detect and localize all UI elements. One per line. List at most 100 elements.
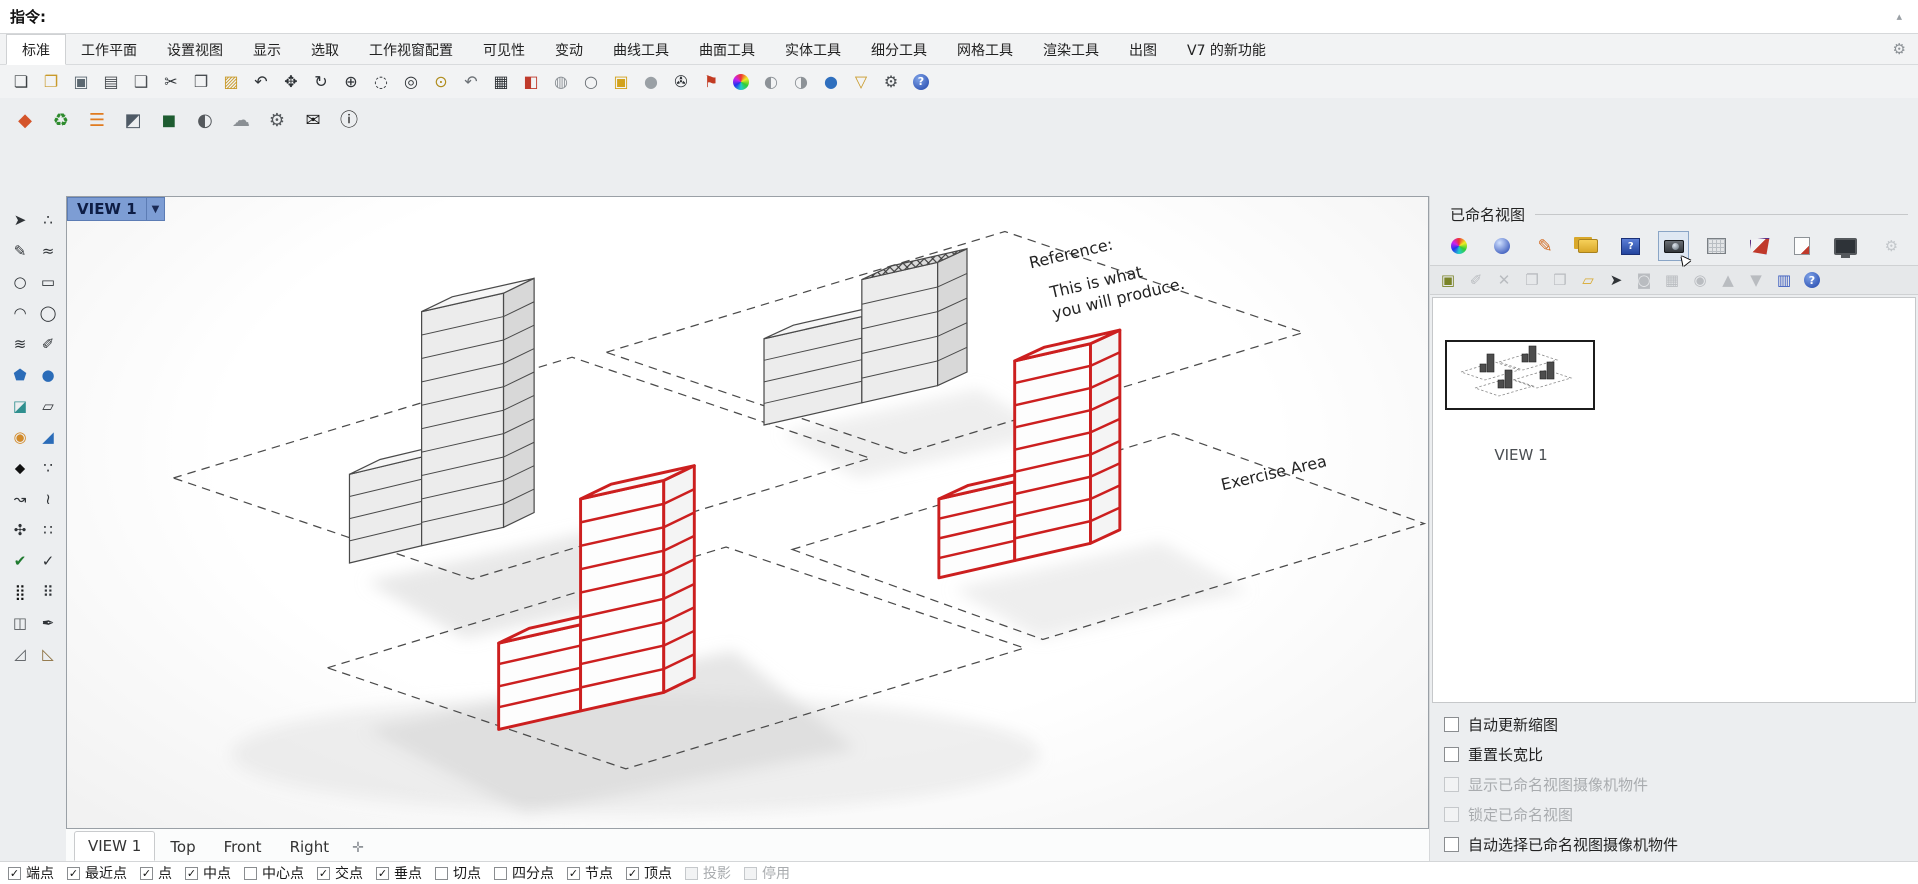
freeform-curve-icon[interactable]: ≈: [34, 235, 62, 266]
save-view-icon[interactable]: ▣: [1438, 270, 1458, 290]
display-properties-tab-icon[interactable]: ▲: [1615, 231, 1646, 261]
circle-tool-icon[interactable]: ○: [6, 266, 34, 297]
mail-icon[interactable]: ✉: [302, 110, 324, 132]
slope-tool-icon[interactable]: ◺: [34, 638, 62, 669]
filter-icon[interactable]: ▽: [850, 71, 872, 93]
menu-tab[interactable]: V7 的新功能: [1172, 34, 1281, 64]
offset-tool-icon[interactable]: ≋: [6, 328, 34, 359]
viewport-tab[interactable]: Front: [211, 833, 275, 861]
curve-arrow-icon[interactable]: ↝: [6, 483, 34, 514]
checkbox-box[interactable]: [244, 866, 257, 880]
menu-tab[interactable]: 显示: [238, 34, 296, 64]
chamfer-tool-icon[interactable]: ◿: [6, 638, 34, 669]
menu-tab[interactable]: 出图: [1114, 34, 1172, 64]
checkbox-box[interactable]: [140, 866, 153, 880]
gray-building-hatched[interactable]: [763, 247, 968, 426]
render-preview-alt-icon[interactable]: ◑: [790, 71, 812, 93]
checkbox-box[interactable]: [744, 866, 757, 880]
panel-option-checkbox[interactable]: 重置长宽比: [1444, 739, 1918, 769]
material-checker-icon[interactable]: ◐: [194, 110, 216, 132]
osnap-checkbox[interactable]: 节点: [567, 863, 613, 883]
checkbox-box[interactable]: [685, 866, 698, 880]
new-file-icon[interactable]: ❏: [10, 71, 32, 93]
select-arrow-icon[interactable]: ➤: [6, 204, 34, 235]
viewport-canvas[interactable]: Reference: This is what you will produce…: [67, 197, 1428, 828]
named-views-camera-tab-icon[interactable]: ▲: [1658, 231, 1692, 267]
pan-hand-icon[interactable]: ✥: [280, 71, 302, 93]
array-dots-icon[interactable]: ∷: [34, 514, 62, 545]
undo-icon[interactable]: ↶: [250, 71, 272, 93]
render-preview-icon[interactable]: ◐: [760, 71, 782, 93]
wireframe-display-icon[interactable]: ○: [580, 71, 602, 93]
camera-view-icon[interactable]: ◙: [1634, 270, 1654, 290]
arc-tool-icon[interactable]: ◠: [6, 297, 34, 328]
gray-building-left[interactable]: [348, 277, 535, 564]
flag-icon[interactable]: ⚑: [700, 71, 722, 93]
shaded-display-icon[interactable]: ●: [640, 71, 662, 93]
show-view-eye-icon[interactable]: ◉: [1690, 270, 1710, 290]
osnap-checkbox[interactable]: 顶点: [626, 863, 672, 883]
toolbar-options-gear-icon[interactable]: ⚙: [1881, 34, 1918, 64]
lock-icon[interactable]: ✇: [670, 71, 692, 93]
menu-tab[interactable]: 实体工具: [770, 34, 856, 64]
osnap-checkbox[interactable]: 切点: [435, 863, 481, 883]
viewport-layout-icon[interactable]: ▦: [490, 71, 512, 93]
notes-tab-icon[interactable]: ▲: [1787, 231, 1818, 261]
view-thumbnail-label[interactable]: VIEW 1: [1433, 446, 1609, 464]
menu-tab[interactable]: 网格工具: [942, 34, 1028, 64]
menu-tab[interactable]: 细分工具: [856, 34, 942, 64]
clipboard-check-icon[interactable]: ✓: [34, 545, 62, 576]
menu-tab[interactable]: 变动: [540, 34, 598, 64]
render-bomb-tab-icon[interactable]: ▲: [1487, 231, 1518, 261]
ghosted-display-icon[interactable]: ◍: [550, 71, 572, 93]
view-thumbnail[interactable]: [1445, 340, 1595, 410]
panel-option-checkbox[interactable]: 自动选择已命名视图摄像机物件: [1444, 829, 1918, 859]
panel-option-checkbox[interactable]: 显示已命名视图摄像机物件: [1444, 769, 1918, 799]
layers-wedge-tab-icon[interactable]: ▲: [1744, 231, 1775, 261]
stack-views-icon[interactable]: ▦: [1662, 270, 1682, 290]
edit-view-icon[interactable]: ✐: [1466, 270, 1486, 290]
checkbox-box[interactable]: [1444, 716, 1459, 732]
snapshot-icon[interactable]: ◩: [122, 110, 144, 132]
undo-view-icon[interactable]: ↶: [460, 71, 482, 93]
cloud-icon[interactable]: ☁: [230, 110, 252, 132]
checkbox-box[interactable]: [8, 866, 21, 880]
delete-view-icon[interactable]: ✕: [1494, 270, 1514, 290]
command-input[interactable]: [46, 0, 1891, 33]
list-dots-icon[interactable]: ⠿: [34, 576, 62, 607]
loft-tool-icon[interactable]: ▱: [34, 390, 62, 421]
layer-state-icon[interactable]: ▣: [610, 71, 632, 93]
zoom-selected-icon[interactable]: ◎: [400, 71, 422, 93]
folder-tab-icon[interactable]: ▲: [1573, 231, 1604, 261]
osnap-checkbox[interactable]: 投影: [685, 863, 731, 883]
grid-table-tab-icon[interactable]: ▲: [1701, 231, 1732, 261]
color-wheel-tab-icon[interactable]: ▲: [1444, 231, 1475, 261]
viewport-tab[interactable]: Top: [157, 833, 208, 861]
move-down-icon[interactable]: ▼: [1746, 270, 1766, 290]
thumbnail-mode-icon[interactable]: ▥: [1774, 270, 1794, 290]
checkbox-box[interactable]: [1444, 806, 1459, 822]
pen-check-icon[interactable]: ✒: [34, 607, 62, 638]
menu-tab[interactable]: 渲染工具: [1028, 34, 1114, 64]
tree-tool-icon[interactable]: ✣: [6, 514, 34, 545]
gumball-tool-icon[interactable]: ◉: [6, 421, 34, 452]
sphere-tool-icon[interactable]: ●: [34, 359, 62, 390]
task-list-icon[interactable]: ☰: [86, 110, 108, 132]
mirror-tool-icon[interactable]: ◫: [6, 607, 34, 638]
checkbox-box[interactable]: [185, 866, 198, 880]
refresh-icon[interactable]: ♻: [50, 110, 72, 132]
osnap-checkbox[interactable]: 垂点: [376, 863, 422, 883]
rotate-view-icon[interactable]: ↻: [310, 71, 332, 93]
new-viewport-plus-icon[interactable]: ✛: [344, 835, 372, 861]
export-icon[interactable]: ❑: [130, 71, 152, 93]
help-icon[interactable]: [910, 71, 932, 93]
info-icon[interactable]: ⓘ: [338, 110, 360, 132]
checkbox-box[interactable]: [494, 866, 507, 880]
menu-tab[interactable]: 工作平面: [66, 34, 152, 64]
settings-gear-icon[interactable]: ⚙: [266, 110, 288, 132]
menu-tab[interactable]: 工作视窗配置: [354, 34, 468, 64]
panel-help-icon[interactable]: [1802, 270, 1822, 290]
panel-option-checkbox[interactable]: 自动更新缩图: [1444, 709, 1918, 739]
select-view-cursor-icon[interactable]: ➤: [1606, 270, 1626, 290]
menu-tab[interactable]: 曲面工具: [684, 34, 770, 64]
